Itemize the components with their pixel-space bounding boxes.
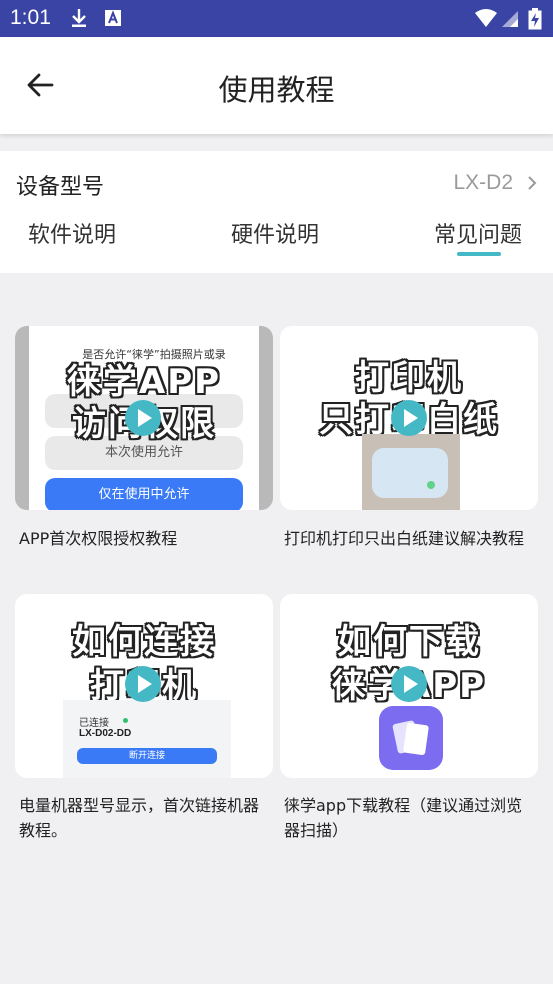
thumbnail-connected-label: 已连接 [79, 718, 109, 729]
play-icon[interactable] [391, 666, 427, 702]
signal-icon [502, 11, 518, 27]
printer-body [372, 448, 448, 498]
chevron-right-icon[interactable] [525, 175, 539, 191]
play-icon[interactable] [125, 666, 161, 702]
status-time: 1:01 [10, 6, 51, 29]
video-card-blank-paper[interactable]: 打印机 只打印白纸 [280, 326, 538, 510]
video-caption[interactable]: APP首次权限授权教程 [19, 526, 275, 551]
printer-indicator-light [427, 481, 435, 489]
battery-charging-icon [528, 8, 542, 30]
device-model-label: 设备型号 [16, 175, 105, 200]
thumbnail-title-line1: 如何连接 [72, 622, 216, 662]
tab-selected-indicator [457, 252, 501, 256]
printer-photo [362, 434, 460, 510]
device-model-value[interactable]: LX-D2 [453, 171, 513, 195]
thumbnail-device-name: LX-D02-DD [79, 728, 132, 739]
thumbnail-title-line1: 如何下载 [337, 622, 481, 662]
video-card-connect-printer[interactable]: 如何连接 打印机 已连接 LX-D02-DD 断开连接 [15, 594, 273, 778]
video-caption[interactable]: 徕学app下载教程（建议通过浏览器扫描） [284, 793, 536, 843]
tab-hardware-guide[interactable]: 硬件说明 [231, 217, 319, 249]
play-icon[interactable] [391, 400, 427, 436]
video-card-app-permission[interactable]: 是否允许“徕学”拍摄照片或录 本次使用允许 仅在使用中允许 徕学APP 访问权限 [15, 326, 273, 510]
thumbnail-connection-panel: 已连接 LX-D02-DD 断开连接 [63, 700, 231, 778]
connected-dot-icon [123, 718, 128, 723]
wifi-icon [475, 9, 497, 27]
thumbnail-disconnect-button: 断开连接 [77, 748, 217, 764]
font-app-icon [105, 10, 121, 26]
app-bar: 使用教程 [0, 37, 553, 134]
status-bar: 1:01 [0, 0, 553, 37]
download-icon [72, 9, 86, 27]
video-card-download-app[interactable]: 如何下载 徕学APP [280, 594, 538, 778]
tab-software-guide[interactable]: 软件说明 [28, 217, 116, 249]
video-caption[interactable]: 打印机打印只出白纸建议解决教程 [284, 526, 532, 551]
tab-faq[interactable]: 常见问题 [434, 217, 522, 249]
page-title: 使用教程 [218, 73, 335, 107]
device-panel: 设备型号 LX-D2 软件说明 硬件说明 常见问题 [0, 151, 553, 273]
app-logo-icon [379, 706, 443, 770]
video-caption[interactable]: 电量机器型号显示，首次链接机器教程。 [19, 793, 269, 843]
thumbnail-allow-while-using-pill: 仅在使用中允许 [45, 478, 243, 510]
play-icon[interactable] [125, 400, 161, 436]
